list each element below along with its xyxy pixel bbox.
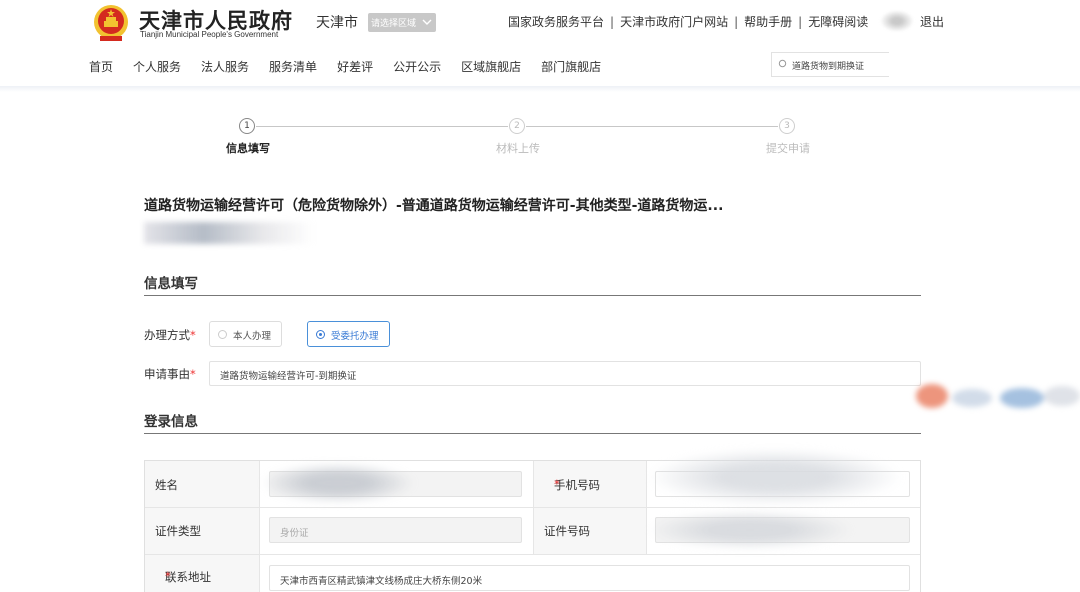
phone-label-text: 手机号码 (554, 478, 600, 492)
login-info-table: 姓名 手机号码 * 证件类型 证件号码 联系地址 * 身份证 天津市西青区精武镇津文… (144, 449, 921, 592)
id-type-label: 证件类型 (155, 524, 201, 538)
name-label-cell: 姓名 (145, 461, 260, 507)
phone-label-cell: 手机号码 * (533, 461, 647, 507)
district-select-value: 请选择区域 (371, 19, 417, 29)
row-divider (145, 507, 920, 508)
step-3-circle: 3 (779, 118, 795, 134)
divider: | (798, 15, 803, 29)
search-input[interactable]: 道路货物到期换证 (771, 52, 889, 77)
search-icon[interactable] (778, 59, 789, 70)
link-accessibility[interactable]: 无障碍阅读 (808, 13, 868, 30)
method-label-text: 办理方式 (144, 328, 190, 342)
name-label: 姓名 (155, 478, 178, 492)
site-header: 天津市人民政府 Tianjin Municipal People's Gover… (0, 0, 1080, 86)
section-title-info: 信息填写 (144, 276, 198, 292)
address-label-text: 联系地址 (165, 570, 211, 584)
step-3-label: 提交申请 (766, 142, 810, 155)
address-label-cell: 联系地址 * (145, 555, 260, 592)
nav-item-department-store[interactable]: 部门旗舰店 (541, 58, 601, 75)
id-type-value: 身份证 (280, 528, 309, 539)
logo-subtitle: Tianjin Municipal People's Government (140, 30, 279, 39)
city-name: 天津市 (316, 15, 358, 31)
step-2-circle: 2 (509, 118, 525, 134)
address-field[interactable]: 天津市西青区精武镇津文线杨成庄大桥东侧20米 (269, 565, 910, 591)
matter-value: 道路货物运输经营许可-到期换证 (220, 371, 357, 382)
method-label: 办理方式* (144, 327, 196, 343)
logout-link[interactable]: 退出 (920, 13, 944, 30)
section-divider (144, 295, 921, 296)
required-mark: * (190, 328, 196, 342)
required-mark: * (190, 367, 196, 381)
required-mark: * (554, 477, 560, 491)
link-national-platform[interactable]: 国家政务服务平台 (508, 13, 604, 30)
radio-self[interactable]: 本人办理 (209, 321, 282, 347)
nav-item-personal[interactable]: 个人服务 (133, 58, 181, 75)
matter-input[interactable]: 道路货物运输经营许可-到期换证 (209, 361, 921, 386)
id-number-label: 证件号码 (544, 524, 590, 538)
radio-circle-selected (316, 330, 325, 339)
main-nav: 首页 个人服务 法人服务 服务清单 好差评 公开公示 区域旗舰店 部门旗舰店 (89, 58, 621, 75)
required-mark: * (165, 569, 171, 583)
nav-item-service-list[interactable]: 服务清单 (269, 58, 317, 75)
matter-label-text: 申请事由 (144, 367, 190, 381)
radio-entrusted-label: 受委托办理 (331, 331, 379, 342)
divider: | (734, 15, 739, 29)
chevron-down-icon (422, 19, 432, 25)
redacted-username (880, 10, 914, 32)
address-value: 天津市西青区精武镇津文线杨成庄大桥东侧20米 (280, 576, 483, 587)
id-number-label-cell: 证件号码 (533, 508, 647, 554)
step-connector (526, 126, 778, 127)
section-divider (144, 433, 921, 434)
section-title-login: 登录信息 (144, 414, 198, 430)
id-type-field[interactable]: 身份证 (269, 517, 522, 543)
step-connector (256, 126, 508, 127)
nav-item-public[interactable]: 公开公示 (393, 58, 441, 75)
redacted-overlay (916, 384, 1080, 408)
radio-circle (218, 330, 227, 339)
page-title: 道路货物运输经营许可（危险货物除外）-普通道路货物运输经营许可-其他类型-道路货… (144, 198, 724, 214)
nav-item-home[interactable]: 首页 (89, 58, 113, 75)
search-value: 道路货物到期换证 (792, 62, 865, 72)
redacted-name (263, 463, 413, 503)
radio-self-label: 本人办理 (233, 331, 272, 342)
step-2-label: 材料上传 (496, 142, 540, 155)
nav-item-regional-store[interactable]: 区域旗舰店 (461, 58, 521, 75)
id-type-label-cell: 证件类型 (145, 508, 260, 554)
redacted-phone (650, 449, 900, 505)
divider: | (610, 15, 615, 29)
district-select[interactable]: 请选择区域 (368, 13, 436, 32)
redacted-id-number (650, 511, 850, 549)
row-divider (145, 554, 920, 555)
nav-item-legal-entity[interactable]: 法人服务 (201, 58, 249, 75)
nav-item-review[interactable]: 好差评 (337, 58, 373, 75)
link-help-manual[interactable]: 帮助手册 (744, 13, 792, 30)
national-emblem-icon[interactable] (92, 3, 130, 43)
redacted-subtitle (144, 222, 314, 244)
step-1-circle: 1 (239, 118, 255, 134)
top-links: 国家政务服务平台 | 天津市政府门户网站 | 帮助手册 | 无障碍阅读 (508, 13, 868, 30)
link-tianjin-portal[interactable]: 天津市政府门户网站 (620, 13, 728, 30)
radio-entrusted[interactable]: 受委托办理 (307, 321, 390, 347)
step-1-label: 信息填写 (226, 142, 270, 155)
header-shadow (0, 86, 1080, 92)
matter-label: 申请事由* (144, 366, 196, 382)
